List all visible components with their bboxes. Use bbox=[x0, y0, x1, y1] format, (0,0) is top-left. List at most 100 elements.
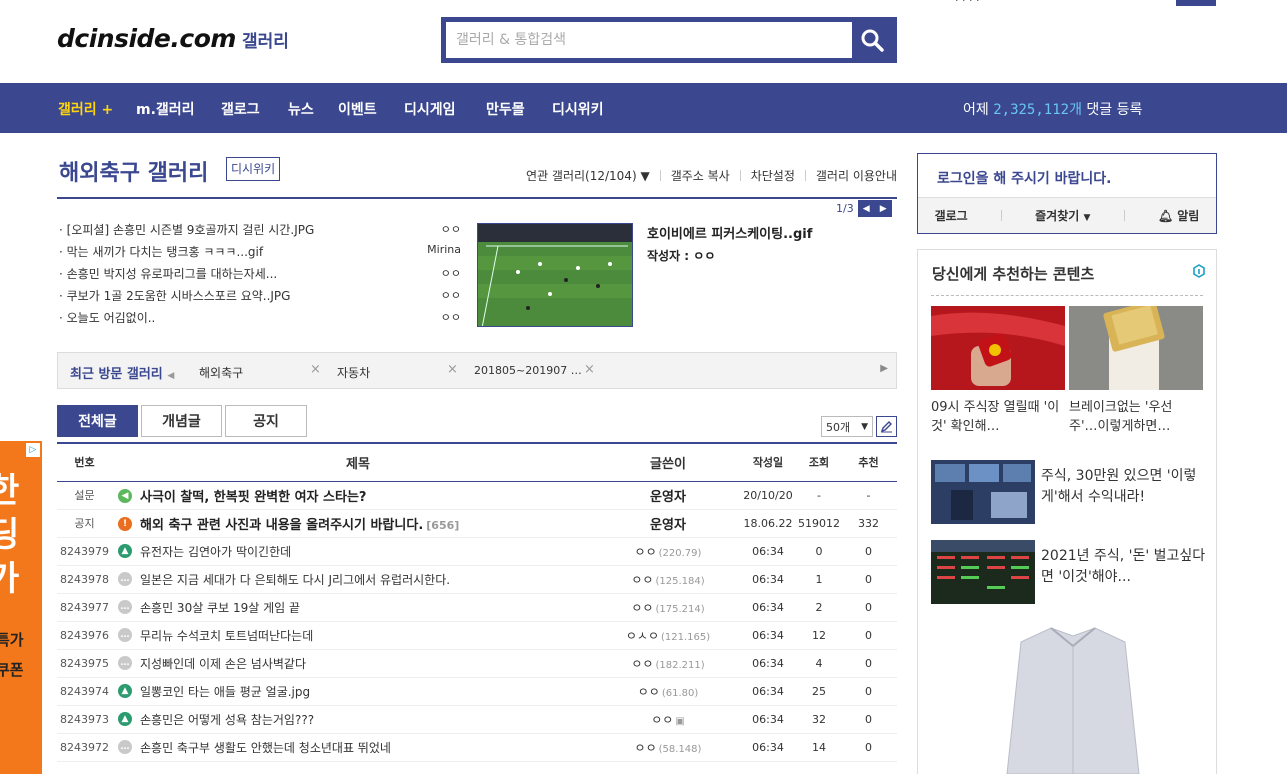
table-row[interactable]: 8243975… 지성빠인데 이제 손은 넘사벽같다 ㅇㅇ (182.211) 06:3… bbox=[57, 649, 897, 678]
issue-item[interactable]: 오늘도 어김없이.. ㅇㅇ bbox=[59, 309, 461, 331]
ad-info-icon[interactable] bbox=[1192, 264, 1206, 281]
favorites-link[interactable]: 즐겨찾기 ▼ bbox=[1035, 207, 1090, 224]
search-input[interactable] bbox=[446, 22, 852, 58]
close-icon[interactable]: × bbox=[310, 362, 321, 377]
writer-name[interactable]: ㅇㅇ bbox=[635, 545, 657, 559]
reply-count[interactable]: [656] bbox=[426, 519, 459, 532]
writer-name[interactable]: 운영자 bbox=[650, 490, 686, 505]
post-title-cell[interactable]: … 손흥민 축구부 생활도 안했는데 청소년대표 뛰었네 bbox=[112, 733, 598, 762]
nav-dc-wiki[interactable]: 디시위키 bbox=[552, 99, 604, 119]
nav-gallery[interactable]: 갤러리 + bbox=[58, 99, 113, 119]
table-row[interactable]: 8243972 … 손흥민 축구부 생활도 안했는데 청소년대표 뛰었네 ㅇㅇ (58.… bbox=[57, 733, 897, 762]
nav-dc-game[interactable]: 디시게임 bbox=[404, 99, 456, 119]
close-icon[interactable]: × bbox=[584, 362, 595, 377]
logo-text[interactable]: dcinside.com bbox=[57, 24, 236, 53]
issue-title[interactable]: 쿠보가 1골 2도움한 시바스스포르 요약..JPG bbox=[59, 287, 291, 309]
post-title-cell[interactable]: ▲ 일뽕코인 타는 애들 평균 얼굴.jpg bbox=[112, 677, 598, 706]
post-title[interactable]: 사극이 찰떡, 한복핏 완벽한 여자 스타는? bbox=[140, 490, 366, 505]
shirt-product-image[interactable] bbox=[1003, 624, 1143, 774]
issue-thumbnail[interactable] bbox=[477, 223, 633, 327]
notice-row[interactable]: 공지! 해외 축구 관련 사진과 내용을 올려주시기 바랍니다. [656] 운영자 1… bbox=[57, 509, 897, 538]
post-title[interactable]: 지성빠인데 이제 손은 넘사벽같다 bbox=[140, 657, 306, 671]
recommend-card[interactable]: 브레이크없는 '우선주'…이렇게하면… bbox=[1069, 306, 1203, 436]
post-title-cell[interactable]: ! 해외 축구 관련 사진과 내용을 올려주시기 바랍니다. [656] bbox=[112, 509, 598, 538]
issue-title[interactable]: 막는 새끼가 다치는 탱크홍 ㅋㅋㅋ...gif bbox=[59, 243, 263, 265]
gallog-link[interactable]: 갤로그 bbox=[935, 207, 968, 224]
recommend-card[interactable]: 09시 주식장 열릴때 '이것' 확인해… bbox=[931, 306, 1065, 436]
top-login-button[interactable] bbox=[1176, 0, 1216, 6]
nav-mandu-mall[interactable]: 만두몰 bbox=[486, 99, 525, 119]
nav-news[interactable]: 뉴스 bbox=[288, 99, 314, 119]
post-title[interactable]: 일뽕코인 타는 애들 평균 얼굴.jpg bbox=[140, 685, 310, 699]
post-title[interactable]: 손흥민 30살 쿠보 19살 게임 끝 bbox=[140, 601, 300, 615]
post-title[interactable]: 해외 축구 관련 사진과 내용을 올려주시기 바랍니다. bbox=[140, 518, 423, 533]
list-size-select[interactable]: 50개 ▼ bbox=[821, 416, 873, 437]
writer-name[interactable]: ㅇㅇ bbox=[631, 657, 653, 671]
tab-recommended[interactable]: 개념글 bbox=[141, 405, 222, 437]
post-title-cell[interactable]: ▲ 유전자는 김연아가 딱이긴한데 bbox=[112, 537, 598, 566]
notice-row[interactable]: 설문 ◀ 사극이 찰떡, 한복핏 완벽한 여자 스타는? 운영자 20/10/20- - bbox=[57, 481, 897, 510]
post-title[interactable]: 일본은 지금 세대가 다 은퇴해도 다시 J리그에서 유럽러시한다. bbox=[140, 573, 450, 587]
issue-title[interactable]: 손흥민 박지성 유로파리그를 대하는자세... bbox=[59, 265, 278, 287]
write-button[interactable] bbox=[876, 416, 897, 437]
post-title-cell[interactable]: … 무리뉴 수석코치 토트넘떠난다는데 bbox=[112, 621, 598, 650]
issue-title[interactable]: 오늘도 어김없이.. bbox=[59, 309, 156, 331]
nav-event[interactable]: 이벤트 bbox=[338, 99, 377, 119]
logo-gallery-label[interactable]: 갤러리 bbox=[242, 32, 289, 52]
login-message[interactable]: 로그인을 해 주시기 바랍니다. bbox=[937, 168, 1112, 188]
issue-title[interactable]: [오피셜] 손흥민 시즌별 9호골까지 걸린 시간.JPG bbox=[59, 221, 315, 243]
post-title[interactable]: 무리뉴 수석코치 토트넘떠난다는데 bbox=[140, 629, 313, 643]
post-title-cell[interactable]: ▲ 손흥민은 어떻게 성욕 참는거임??? bbox=[112, 705, 598, 734]
prev-arrow-icon[interactable]: ◀ bbox=[857, 200, 875, 217]
recent-item[interactable]: 201805~201907 … bbox=[474, 364, 582, 377]
post-title-cell[interactable]: … 일본은 지금 세대가 다 은퇴해도 다시 J리그에서 유럽러시한다. bbox=[112, 565, 598, 594]
close-icon[interactable]: × bbox=[447, 362, 458, 377]
issue-item[interactable]: [오피셜] 손흥민 시즌별 9호골까지 걸린 시간.JPG ㅇㅇ bbox=[59, 221, 461, 243]
gallery-title[interactable]: 해외축구 갤러리 bbox=[59, 155, 208, 187]
top-utility-links[interactable]: · · · · bbox=[955, 0, 979, 7]
card-text[interactable]: 주식, 30만원 있으면 '이렇게'해서 수익내라! bbox=[1041, 466, 1211, 524]
table-row[interactable]: 8243976… 무리뉴 수석코치 토트넘떠난다는데 ㅇㅅㅇ (121.165) 06:… bbox=[57, 621, 897, 650]
writer-name[interactable]: ㅇㅇ bbox=[635, 741, 657, 755]
side-banner-ad[interactable]: ▷ 한 딩 가 특가 쿠폰 bbox=[0, 441, 42, 774]
table-row[interactable]: 8243973 ▲ 손흥민은 어떻게 성욕 참는거임??? ㅇㅇ ▣ 06:34 32 0 bbox=[57, 705, 897, 734]
card-text[interactable]: 2021년 주식, '돈' 벌고싶다면 '이것'해야... bbox=[1041, 546, 1211, 604]
tab-notice[interactable]: 공지 bbox=[225, 405, 307, 437]
post-title-cell[interactable]: … 손흥민 30살 쿠보 19살 게임 끝 bbox=[112, 593, 598, 622]
post-title[interactable]: 손흥민은 어떻게 성욕 참는거임??? bbox=[140, 713, 314, 727]
recommend-card[interactable]: 2021년 주식, '돈' 벌고싶다면 '이것'해야... bbox=[931, 540, 1211, 604]
tab-all[interactable]: 전체글 bbox=[57, 405, 138, 437]
copy-address-link[interactable]: 갤주소 복사 bbox=[671, 167, 730, 184]
table-row[interactable]: 8243977… 손흥민 30살 쿠보 19살 게임 끝 ㅇㅇ (175.214) 06… bbox=[57, 593, 897, 622]
post-title-cell[interactable]: … 지성빠인데 이제 손은 넘사벽같다 bbox=[112, 649, 598, 678]
nav-gallog[interactable]: 갤로그 bbox=[221, 99, 260, 119]
issue-item[interactable]: 막는 새끼가 다치는 탱크홍 ㅋㅋㅋ...gif Mirina bbox=[59, 243, 461, 265]
block-settings-link[interactable]: 차단설정 bbox=[751, 167, 795, 184]
recommend-card[interactable]: 주식, 30만원 있으면 '이렇게'해서 수익내라! bbox=[931, 460, 1211, 524]
caret-left-icon[interactable]: ◀ bbox=[167, 371, 174, 381]
writer-name[interactable]: ㅇㅇ bbox=[631, 601, 653, 615]
recent-item[interactable]: 해외축구 bbox=[199, 364, 243, 381]
table-row[interactable]: 8243974 ▲ 일뽕코인 타는 애들 평균 얼굴.jpg ㅇㅇ (61.80) 06:… bbox=[57, 677, 897, 706]
table-row[interactable]: 8243979 ▲ 유전자는 김연아가 딱이긴한데 ㅇㅇ (220.79) 06:34 0 0 bbox=[57, 537, 897, 566]
nav-m-gallery[interactable]: m.갤러리 bbox=[136, 99, 195, 119]
writer-name[interactable]: ㅇㅇ bbox=[631, 573, 653, 587]
card-text[interactable]: 09시 주식장 열릴때 '이것' 확인해… bbox=[931, 398, 1061, 436]
related-gallery-link[interactable]: 연관 갤러리(12/104) ▼ bbox=[526, 167, 650, 184]
caret-right-icon[interactable]: ▶ bbox=[880, 363, 888, 374]
recent-item[interactable]: 자동차 bbox=[337, 364, 370, 381]
alarm-link[interactable]: 🔔︎ 알림 bbox=[1158, 207, 1200, 224]
writer-name[interactable]: ㅇㅅㅇ bbox=[626, 629, 659, 643]
issue-feature-title[interactable]: 호이비에르 피커스케이팅..gif bbox=[647, 223, 812, 242]
search-button[interactable] bbox=[852, 22, 892, 58]
writer-name[interactable]: ㅇㅇ bbox=[651, 713, 673, 727]
wiki-badge[interactable]: 디시위키 bbox=[226, 157, 281, 181]
writer-name[interactable]: 운영자 bbox=[650, 518, 686, 533]
ad-choices-icon[interactable]: ▷ bbox=[26, 443, 40, 457]
writer-name[interactable]: ㅇㅇ bbox=[638, 685, 660, 699]
post-title[interactable]: 유전자는 김연아가 딱이긴한데 bbox=[140, 545, 291, 559]
post-title-cell[interactable]: ◀ 사극이 찰떡, 한복핏 완벽한 여자 스타는? bbox=[112, 481, 598, 510]
next-arrow-icon[interactable]: ▶ bbox=[874, 200, 892, 217]
table-row[interactable]: 8243978 … 일본은 지금 세대가 다 은퇴해도 다시 J리그에서 유럽러시한… bbox=[57, 565, 897, 594]
issue-item[interactable]: 손흥민 박지성 유로파리그를 대하는자세... ㅇㅇ bbox=[59, 265, 461, 287]
